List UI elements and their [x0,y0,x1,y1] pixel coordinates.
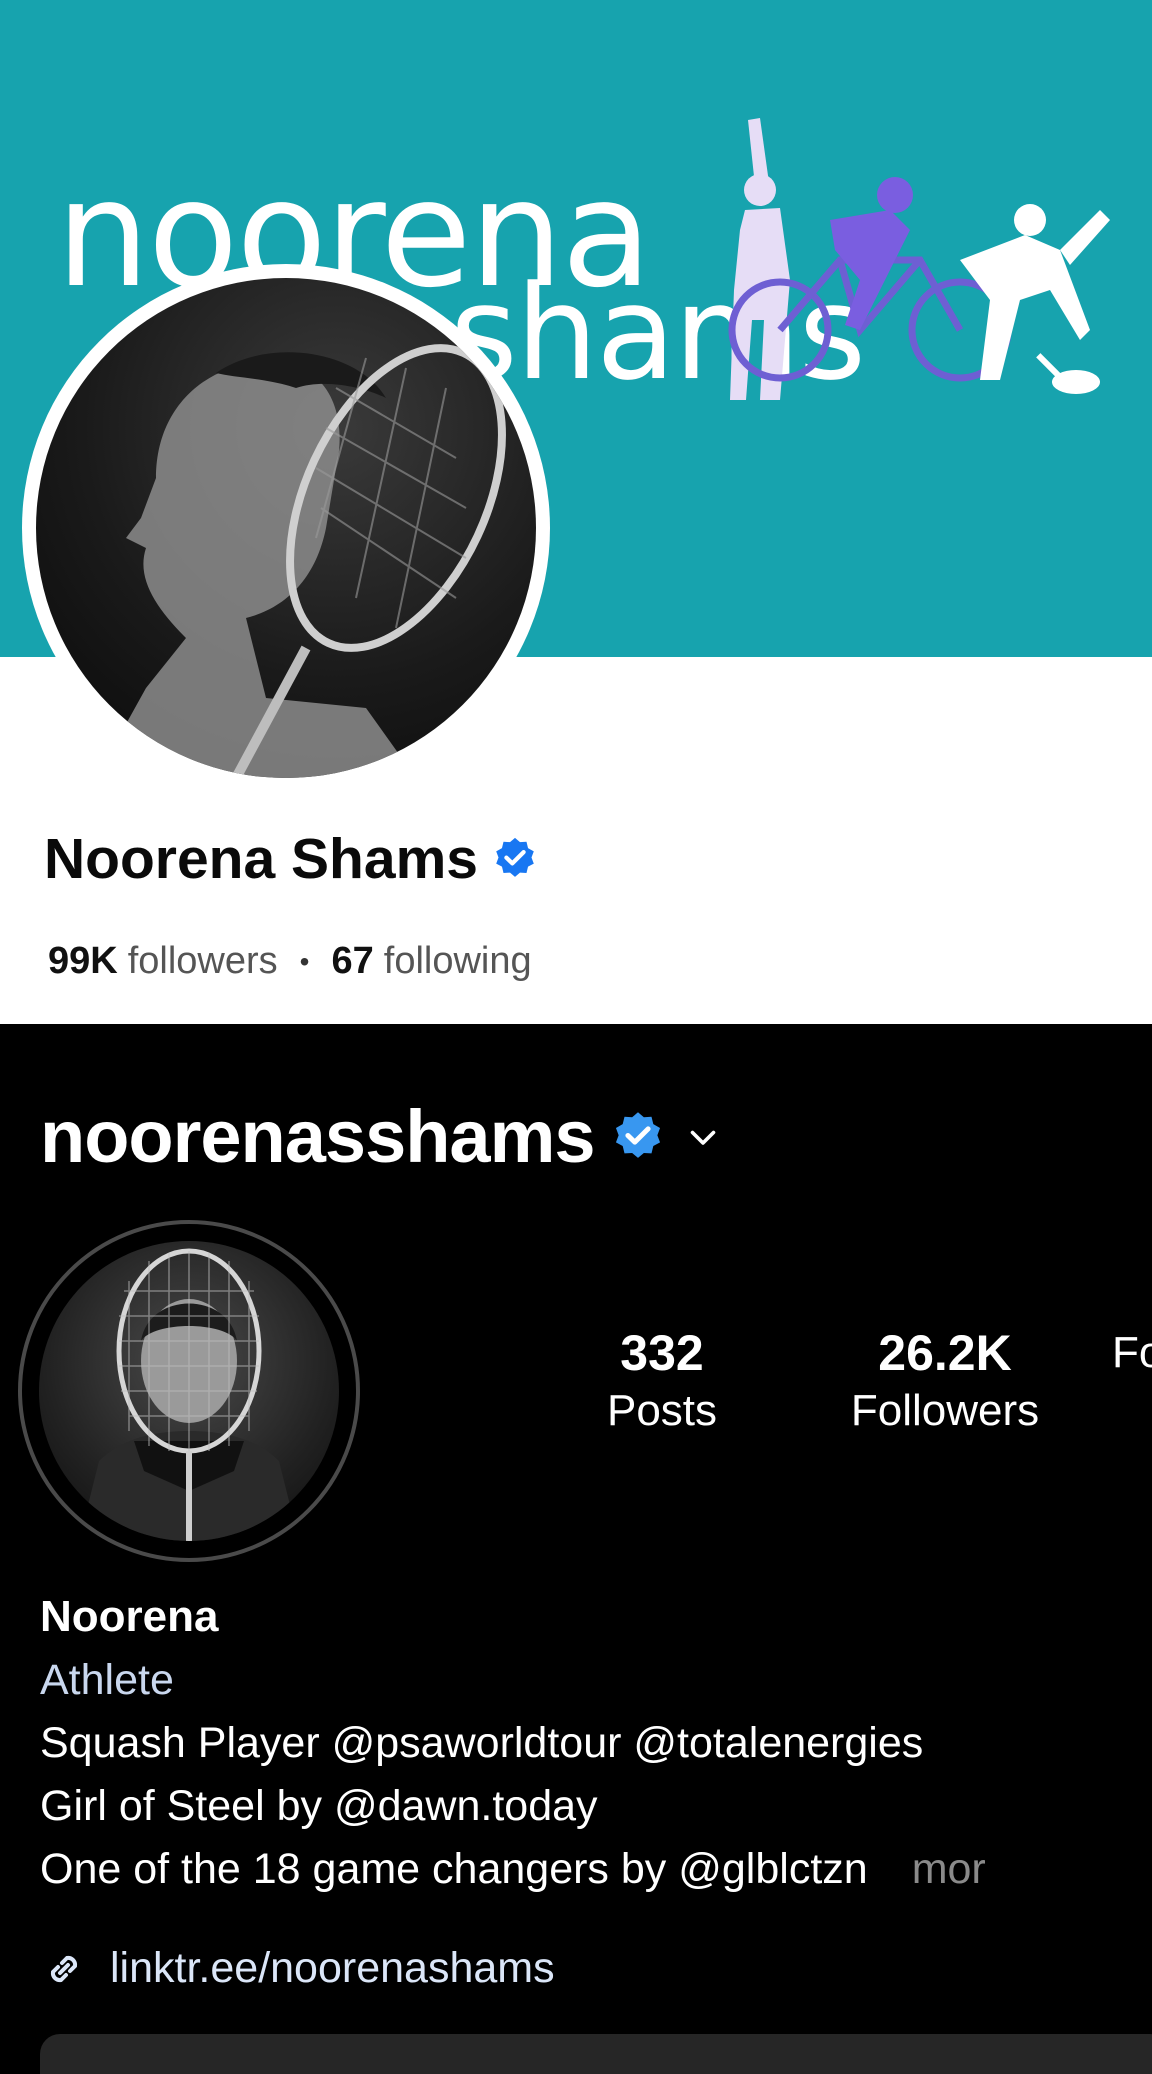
username-text: noorenasshams [40,1095,596,1178]
chevron-down-icon[interactable] [685,1119,721,1155]
followers-count: 26.2K [878,1325,1012,1381]
following-label[interactable]: following [384,940,532,983]
display-name: Noorena [40,1592,219,1641]
verified-badge-icon [615,1111,660,1158]
bio-line-last: One of the 18 game changers by @glblctzn… [40,1845,1140,1894]
followers-count[interactable]: 99K [48,940,118,983]
posts-label: Posts [606,1386,718,1435]
following-stat[interactable]: Fo [1112,1324,1152,1378]
bio: Noorena Athlete Squash Player @psaworldt… [40,1592,1140,1894]
link-text: linktr.ee/noorenashams [110,1944,555,1992]
profile-name: Noorena Shams [44,826,538,892]
posts-stat[interactable]: 332 Posts [572,1324,752,1436]
athlete-portrait-image [96,344,506,778]
profile-picture[interactable] [18,1220,360,1562]
follow-stats: 99K followers • 67 following [48,940,532,983]
followers-stat[interactable]: 26.2K Followers [820,1324,1070,1436]
bio-line: Squash Player @psaworldtour @totalenergi… [40,1719,924,1767]
profile-picture[interactable] [22,264,550,792]
facebook-profile: noorena shams Noorena Shams 99K follower… [0,0,1152,1024]
bio-line: Girl of Steel by @dawn.today [40,1782,598,1830]
profile-name-text: Noorena Shams [44,827,478,891]
bio-link[interactable]: linktr.ee/noorenashams [40,1944,555,1993]
category-label: Athlete [40,1656,174,1704]
action-button-partial[interactable] [40,2034,1152,2074]
bio-line-text: One of the 18 game changers by @glblctzn [40,1845,868,1893]
verified-badge-icon [496,837,534,877]
athlete-portrait-image [79,1248,299,1541]
followers-label[interactable]: followers [128,940,278,983]
posts-count: 332 [620,1325,704,1381]
following-count[interactable]: 67 [331,940,373,983]
athletes-silhouette-icon [728,118,1110,400]
link-icon [50,1955,78,1982]
following-label: Fo [1112,1328,1152,1377]
followers-label: Followers [850,1386,1040,1435]
more-link[interactable]: mor [912,1845,986,1893]
separator-dot: • [299,945,310,977]
username-header[interactable]: noorenasshams [40,1094,721,1179]
instagram-profile: noorenasshams 332 Posts 26.2K Followers … [0,1024,1152,2074]
